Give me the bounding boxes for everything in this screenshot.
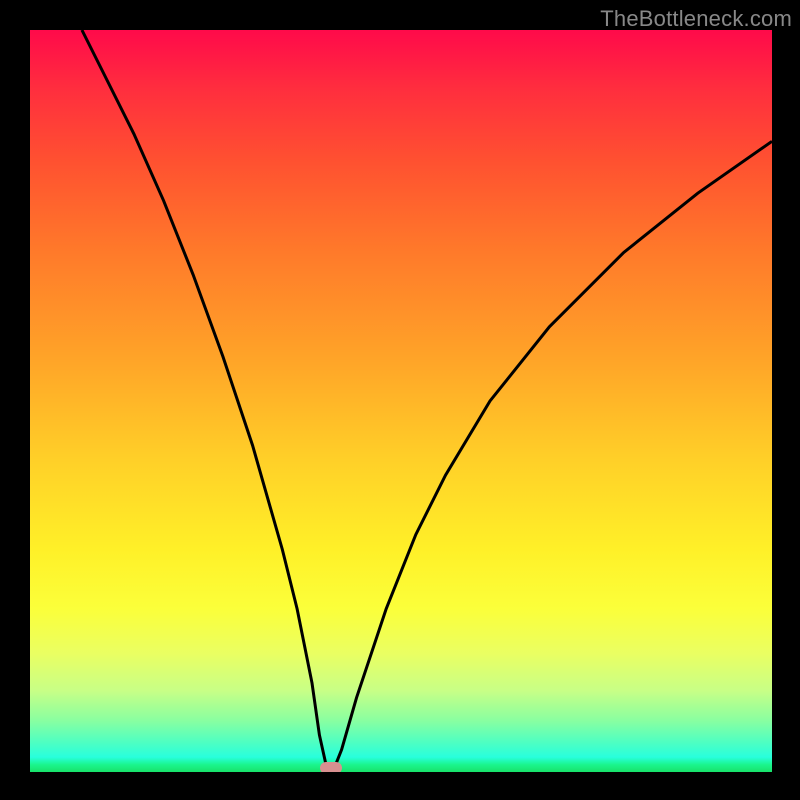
bottleneck-curve (30, 30, 772, 772)
plot-area (30, 30, 772, 772)
watermark-text: TheBottleneck.com (600, 6, 792, 32)
chart-frame: TheBottleneck.com (0, 0, 800, 800)
optimal-point-marker (320, 762, 342, 772)
